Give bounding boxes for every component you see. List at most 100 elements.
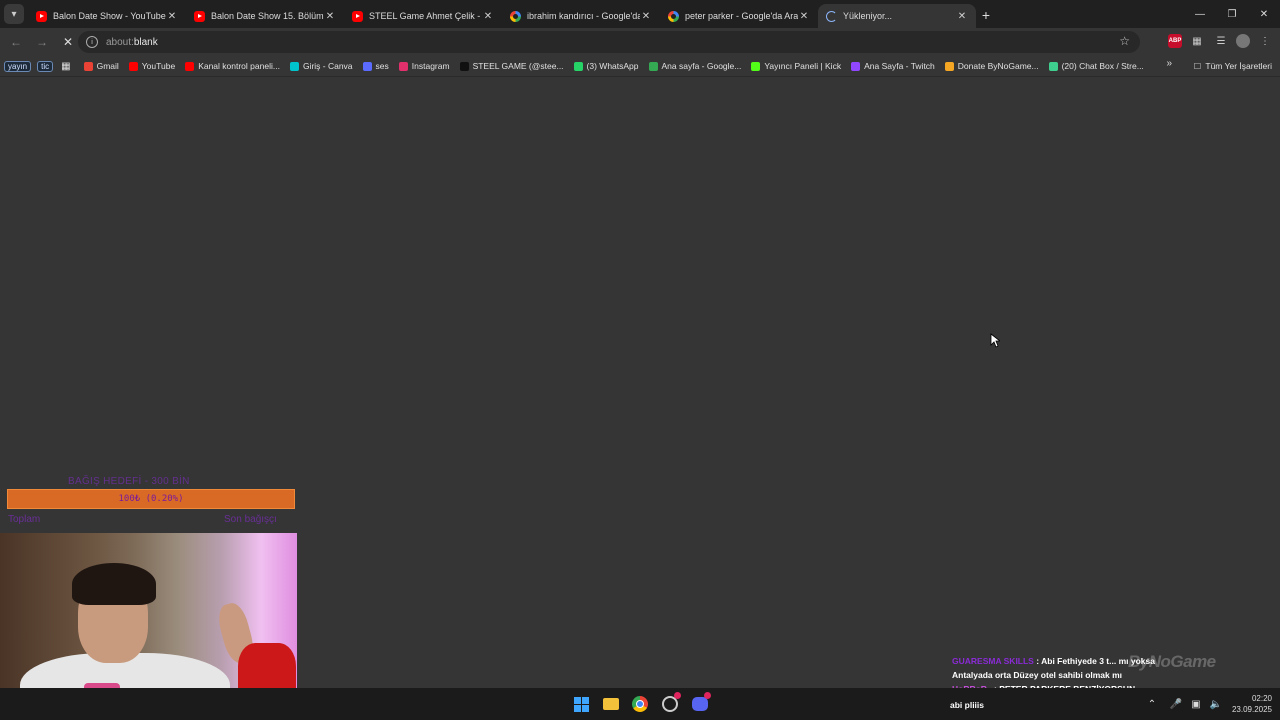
bookmark-label: ses bbox=[375, 61, 389, 71]
bookmark-item[interactable]: Gmail bbox=[79, 58, 124, 74]
bookmark-item[interactable]: Donate ByNoGame... bbox=[940, 58, 1044, 74]
close-tab-icon[interactable]: ✕ bbox=[798, 11, 810, 22]
clock[interactable]: 02:20 23.09.2025 bbox=[1232, 693, 1272, 715]
close-tab-icon[interactable]: ✕ bbox=[324, 11, 336, 22]
bookmark-badge[interactable]: tic bbox=[37, 60, 54, 72]
folder-icon bbox=[603, 698, 619, 710]
all-bookmarks-folder[interactable]: □ Tüm Yer İşaretleri bbox=[1194, 58, 1272, 74]
plus-icon: + bbox=[981, 7, 991, 23]
bookmark-item[interactable]: Ana sayfa - Google... bbox=[644, 58, 747, 74]
bookmarks-bar: yayın tic ▦ Gmail YouTube Kanal kontrol pa… bbox=[0, 56, 1280, 77]
volume-icon[interactable]: 🔈 bbox=[1206, 699, 1226, 710]
back-button[interactable]: ← bbox=[4, 30, 28, 54]
close-tab-icon[interactable]: ✕ bbox=[956, 11, 968, 22]
clock-time: 02:20 bbox=[1251, 694, 1272, 703]
chrome-taskbar-button[interactable] bbox=[629, 693, 651, 715]
browser-tab[interactable]: Balon Date Show - YouTube ✕ bbox=[28, 4, 186, 28]
bookmark-label: Ana Sayfa - Twitch bbox=[864, 61, 935, 71]
tiktok-icon bbox=[459, 61, 469, 71]
file-explorer-button[interactable] bbox=[600, 693, 622, 715]
bookmark-item[interactable]: STEEL GAME (@stee... bbox=[455, 58, 569, 74]
arrow-right-icon: → bbox=[36, 35, 48, 49]
bookmark-item[interactable]: Yayıncı Paneli | Kick bbox=[746, 58, 846, 74]
browser-tab[interactable]: peter parker - Google'da Ara ✕ bbox=[660, 4, 818, 28]
apps-grid-icon[interactable]: ▦ bbox=[53, 58, 78, 74]
bookmark-item[interactable]: Kanal kontrol paneli... bbox=[180, 58, 285, 74]
sound-icon bbox=[362, 61, 372, 71]
adblock-extension-icon[interactable]: ABP bbox=[1168, 34, 1182, 48]
tab-title: STEEL Game Ahmet Çelik - You bbox=[369, 11, 482, 21]
loading-spinner-icon bbox=[826, 10, 837, 22]
tab-search-button[interactable]: ▾ bbox=[4, 4, 24, 24]
browser-tab[interactable]: Yükleniyor... ✕ bbox=[818, 4, 976, 28]
all-bookmarks-label: Tüm Yer İşaretleri bbox=[1205, 61, 1272, 71]
discord-taskbar-button[interactable] bbox=[689, 692, 711, 715]
profile-avatar[interactable] bbox=[1236, 34, 1250, 48]
chatbox-icon bbox=[1048, 61, 1058, 71]
more-bookmarks-icon[interactable]: » bbox=[1166, 58, 1172, 69]
bookmark-item[interactable]: YouTube bbox=[124, 58, 180, 74]
restore-button[interactable]: ❐ bbox=[1216, 0, 1248, 28]
chat-text: : Abi Fethiyede 3 t... mı yoksa bbox=[1036, 656, 1155, 666]
info-icon[interactable]: i bbox=[86, 36, 98, 48]
bookmark-item[interactable]: (3) WhatsApp bbox=[569, 58, 644, 74]
google-icon bbox=[510, 10, 521, 22]
person-hair bbox=[72, 563, 156, 605]
instagram-icon bbox=[398, 61, 408, 71]
whatsapp-icon bbox=[573, 61, 583, 71]
clock-date: 23.09.2025 bbox=[1231, 705, 1272, 714]
browser-tab[interactable]: STEEL Game Ahmet Çelik - You✕ bbox=[344, 4, 502, 28]
url-scheme: about: bbox=[106, 36, 134, 48]
bookmark-item[interactable]: ses bbox=[358, 58, 394, 74]
chevron-up-icon[interactable]: ⌃ bbox=[1142, 699, 1162, 710]
chat-message: abi pliiis bbox=[950, 700, 984, 710]
bookmark-item[interactable]: (20) Chat Box / Stre... bbox=[1044, 58, 1149, 74]
bookmark-badge[interactable]: yayın bbox=[4, 60, 32, 72]
windows-taskbar: ⌃ 🎤 ▣ 🔈 02:20 23.09.2025 bbox=[0, 688, 1280, 720]
tab-title: ibrahim kandırıcı - Google'da Ar bbox=[527, 11, 640, 21]
bookmark-label: STEEL GAME (@stee... bbox=[472, 61, 564, 71]
media-controls-icon[interactable]: ☰ bbox=[1212, 32, 1230, 50]
bookmark-list: Gmail YouTube Kanal kontrol paneli... Giriş… bbox=[79, 58, 1149, 74]
twitch-icon bbox=[851, 61, 861, 71]
bookmark-label: Instagram bbox=[411, 61, 450, 71]
notification-badge bbox=[674, 692, 681, 699]
microphone-icon[interactable]: 🎤 bbox=[1166, 699, 1186, 710]
menu-dots-icon[interactable]: ⋮ bbox=[1256, 32, 1274, 50]
url-text: blank bbox=[133, 36, 158, 48]
bookmark-label: Ana sayfa - Google... bbox=[661, 61, 742, 71]
forward-button[interactable]: → bbox=[30, 30, 54, 54]
goal-left-label: Toplam bbox=[8, 514, 41, 525]
bookmark-item[interactable]: Instagram bbox=[394, 58, 455, 74]
address-bar[interactable]: i about: blank ☆ bbox=[78, 31, 1140, 53]
chevron-down-icon: ▾ bbox=[11, 8, 17, 20]
browser-tab[interactable]: ibrahim kandırıcı - Google'da Ar✕ bbox=[502, 4, 660, 28]
new-tab-button[interactable]: + bbox=[976, 7, 996, 23]
minimize-button[interactable]: — bbox=[1184, 0, 1216, 28]
network-icon[interactable]: ▣ bbox=[1186, 699, 1206, 710]
close-tab-icon[interactable]: ✕ bbox=[640, 11, 652, 22]
bookmark-label: Yayıncı Paneli | Kick bbox=[764, 61, 842, 71]
close-tab-icon[interactable]: ✕ bbox=[482, 11, 494, 22]
tab-strip: ▾ Balon Date Show - YouTube ✕ Balon Date S… bbox=[0, 0, 1280, 28]
bookmark-star-icon[interactable]: ☆ bbox=[1119, 34, 1130, 48]
google-icon bbox=[668, 10, 679, 22]
close-tab-icon[interactable]: ✕ bbox=[166, 11, 178, 22]
extensions-puzzle-icon[interactable]: ▦ bbox=[1188, 32, 1206, 50]
youtube-icon bbox=[128, 61, 138, 71]
bookmark-item[interactable]: Giriş - Canva bbox=[285, 58, 358, 74]
start-button[interactable] bbox=[570, 693, 592, 715]
window-controls: — ❐ ✕ bbox=[1184, 0, 1280, 28]
browser-tab[interactable]: Balon Date Show 15. Bölüm - Yo✕ bbox=[186, 4, 344, 28]
chat-text: Antalyada orta Düzey otel sahibi olmak m… bbox=[952, 670, 1123, 680]
obs-taskbar-button[interactable] bbox=[659, 692, 681, 715]
browser-toolbar: ← → ✕ i about: blank ☆ ABP ▦ ☰ ⋮ bbox=[0, 28, 1280, 56]
notification-badge bbox=[704, 692, 711, 699]
kick-icon bbox=[751, 61, 761, 71]
bookmark-item[interactable]: Ana Sayfa - Twitch bbox=[846, 58, 940, 74]
close-window-button[interactable]: ✕ bbox=[1248, 0, 1280, 28]
bookmark-label: YouTube bbox=[141, 61, 176, 71]
goal-right-label: Son bağışçı bbox=[224, 514, 277, 525]
stop-loading-button[interactable]: ✕ bbox=[56, 30, 80, 54]
system-tray: ⌃ 🎤 ▣ 🔈 02:20 23.09.2025 bbox=[1142, 688, 1280, 720]
